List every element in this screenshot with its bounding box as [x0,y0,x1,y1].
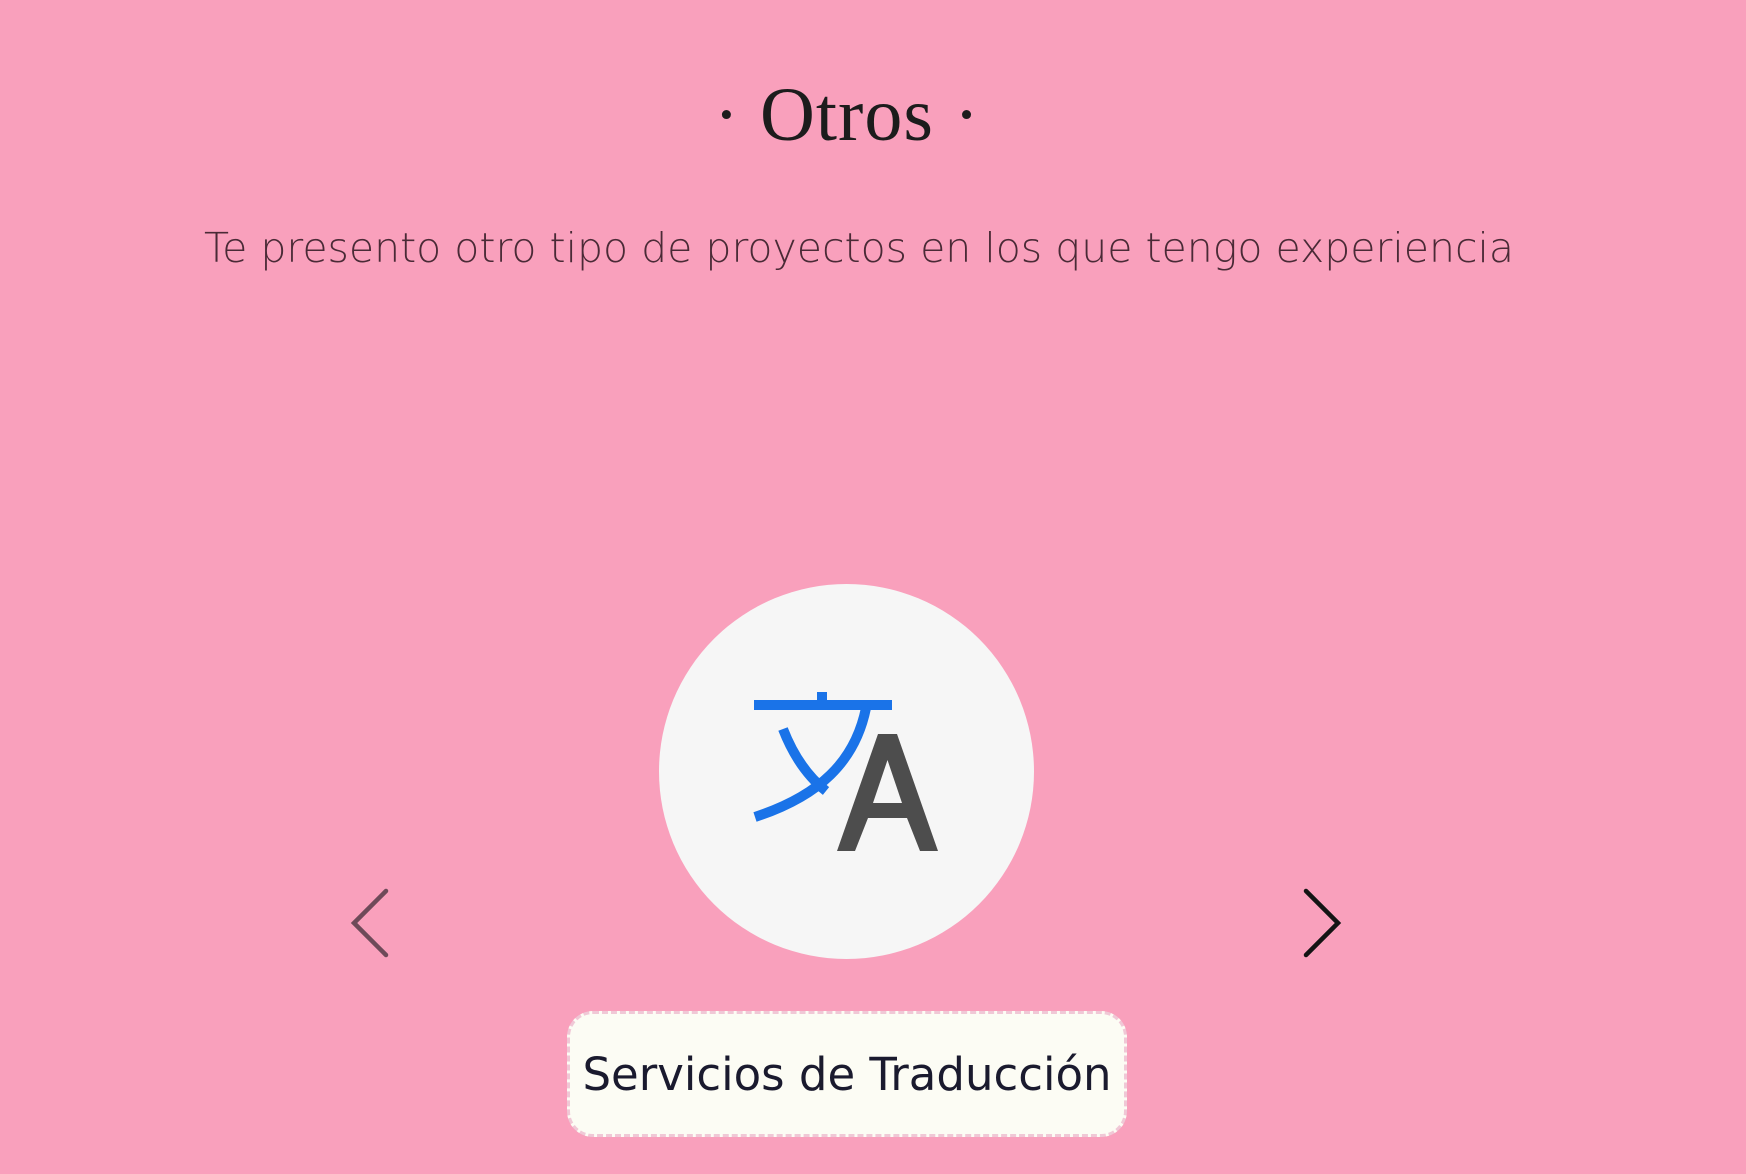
project-label-box[interactable]: Servicios de Traducción [567,1011,1127,1137]
section-subtitle: Te presento otro tipo de proyectos en lo… [204,224,1514,272]
project-label: Servicios de Traducción [582,1047,1112,1101]
section-title: · Otros · [713,73,981,157]
project-icon-circle [659,584,1034,959]
translate-icon [753,692,938,851]
chevron-left-icon [350,888,389,958]
carousel-next-button[interactable] [1292,878,1352,968]
carousel-prev-button[interactable] [340,878,400,968]
chevron-right-icon [1303,888,1342,958]
